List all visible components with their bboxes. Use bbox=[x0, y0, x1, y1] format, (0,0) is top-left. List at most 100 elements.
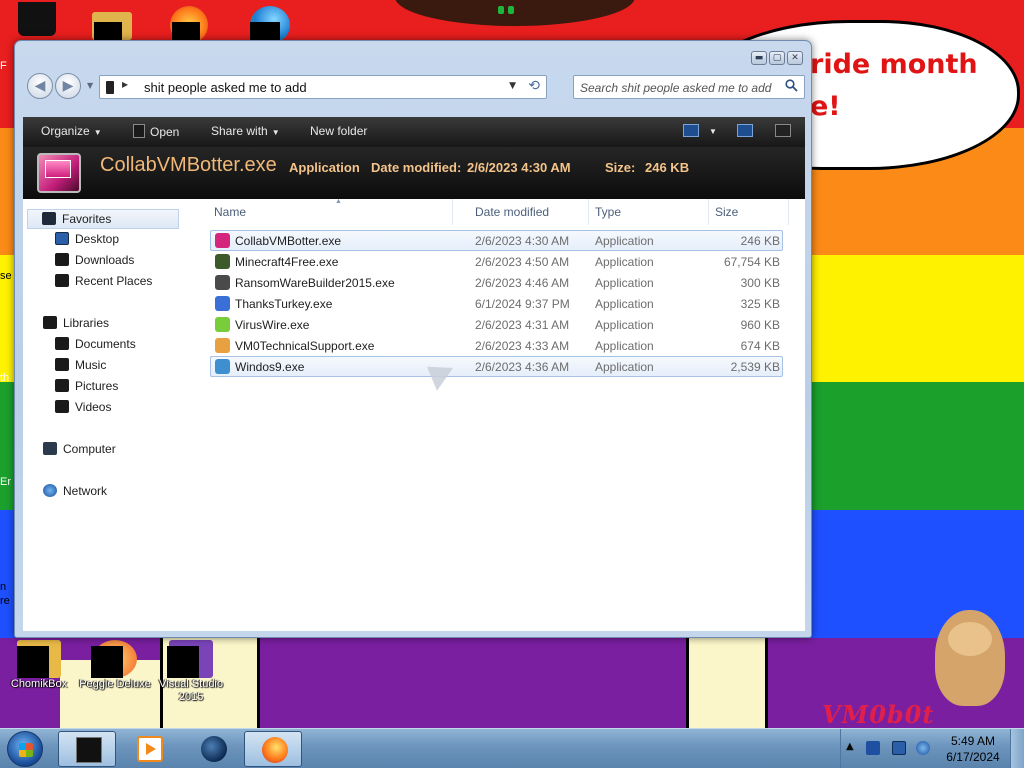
sidebar-item-recent-places[interactable]: Recent Places bbox=[55, 274, 152, 294]
sidebar-item-desktop[interactable]: Desktop bbox=[55, 232, 119, 252]
show-hidden-icons-icon[interactable]: ▲ bbox=[846, 741, 854, 752]
wallpaper-shape bbox=[686, 638, 768, 728]
preview-pane-icon[interactable] bbox=[737, 124, 753, 137]
file-row[interactable]: VM0TechnicalSupport.exe 2/6/2023 4:33 AM A… bbox=[210, 335, 783, 356]
file-row[interactable]: Windos9.exe 2/6/2023 4:36 AM Application 2,… bbox=[210, 356, 783, 377]
maximize-button[interactable]: ▢ bbox=[769, 51, 785, 65]
share-with-label: Share with bbox=[211, 124, 268, 138]
file-type: Application bbox=[595, 318, 654, 332]
firefox-shortcut-icon[interactable] bbox=[170, 0, 210, 44]
sidebar-item-favorites[interactable]: Favorites bbox=[27, 209, 179, 229]
desktop-icon-label-fragment: se bbox=[0, 270, 12, 282]
sidebar-item-network[interactable]: Network bbox=[43, 484, 107, 504]
file-date-modified: 6/1/2024 9:37 PM bbox=[475, 297, 570, 311]
change-view-icon[interactable] bbox=[683, 124, 699, 137]
start-button[interactable] bbox=[7, 731, 43, 767]
file-row[interactable]: RansomWareBuilder2015.exe 2/6/2023 4:46 A… bbox=[210, 272, 783, 293]
internet-explorer-icon[interactable] bbox=[250, 0, 290, 44]
sidebar-item-label: Desktop bbox=[75, 232, 120, 246]
column-header-size[interactable]: Size bbox=[709, 199, 789, 225]
search-placeholder: Search shit people asked me to add bbox=[580, 81, 772, 95]
address-bar[interactable]: ▸ shit people asked me to add ▼ ⟲ bbox=[99, 75, 547, 99]
globe-icon bbox=[201, 736, 227, 762]
folder-icon[interactable] bbox=[92, 0, 132, 40]
taskbar-button-explorer[interactable] bbox=[58, 731, 116, 767]
view-options-dropdown-icon[interactable]: ▼ bbox=[709, 127, 717, 136]
file-date-modified: 2/6/2023 4:31 AM bbox=[475, 318, 570, 332]
back-button[interactable]: ◀ bbox=[27, 73, 53, 99]
desktop-icon-visual-studio[interactable]: Visual Studio 2015 bbox=[152, 640, 230, 704]
file-row[interactable]: CollabVMBotter.exe 2/6/2023 4:30 AM Applic… bbox=[210, 230, 783, 251]
taskbar-button-browser[interactable] bbox=[184, 731, 242, 767]
new-folder-button[interactable]: New folder bbox=[310, 124, 367, 138]
tray-divider bbox=[840, 729, 841, 768]
sidebar-item-label: Computer bbox=[63, 442, 116, 456]
explorer-icon bbox=[76, 737, 102, 763]
downloads-icon bbox=[55, 253, 69, 266]
show-desktop-button[interactable] bbox=[1010, 729, 1024, 768]
file-size: 67,754 KB bbox=[723, 255, 780, 269]
network-tray-icon[interactable] bbox=[916, 741, 930, 755]
breadcrumb-separator-icon[interactable]: ▸ bbox=[122, 77, 128, 91]
forward-button[interactable]: ▶ bbox=[55, 73, 81, 99]
help-icon[interactable] bbox=[775, 124, 791, 137]
application-icon bbox=[133, 124, 145, 138]
file-size: 325 KB bbox=[740, 297, 780, 311]
libraries-icon bbox=[43, 316, 57, 329]
desktop-icon-label-fragment: n re bbox=[0, 581, 10, 607]
file-name: Minecraft4Free.exe bbox=[235, 255, 339, 269]
file-row[interactable]: ThanksTurkey.exe 6/1/2024 9:37 PM Applicat… bbox=[210, 293, 783, 314]
sidebar-item-computer[interactable]: Computer bbox=[43, 442, 116, 462]
desktop-icon-label: ChomikBox bbox=[10, 678, 68, 690]
history-dropdown-icon[interactable]: ▼ bbox=[87, 81, 93, 90]
chevron-down-icon: ▼ bbox=[93, 128, 102, 137]
clock[interactable]: 5:49 AM 6/17/2024 bbox=[942, 733, 1004, 765]
address-dropdown-icon[interactable]: ▼ bbox=[509, 81, 516, 91]
breadcrumb-current-folder[interactable]: shit people asked me to add bbox=[144, 80, 307, 95]
column-header-type[interactable]: Type bbox=[589, 199, 709, 225]
open-button[interactable]: Open bbox=[133, 124, 179, 139]
star-icon bbox=[42, 212, 56, 225]
creature-eye bbox=[498, 6, 504, 14]
sidebar-item-label: Videos bbox=[75, 400, 112, 414]
desktop-icon-label-fragment: Er bbox=[0, 476, 11, 488]
explorer-window[interactable]: ▬ ▢ ✕ ◀ ▶ ▼ ▸ shit people asked me to ad… bbox=[14, 40, 812, 638]
organize-button[interactable]: Organize ▼ bbox=[41, 124, 102, 138]
sidebar-item-music[interactable]: Music bbox=[55, 358, 106, 378]
recycle-bin-icon[interactable] bbox=[18, 0, 58, 40]
sidebar-item-downloads[interactable]: Downloads bbox=[55, 253, 134, 273]
close-button[interactable]: ✕ bbox=[787, 51, 803, 65]
desktop-icon bbox=[55, 232, 69, 245]
sidebar-item-label: Libraries bbox=[63, 316, 110, 330]
details-pane: CollabVMBotter.exe Application Date modi… bbox=[23, 147, 805, 199]
search-input[interactable]: Search shit people asked me to add bbox=[573, 75, 805, 99]
sidebar-item-pictures[interactable]: Pictures bbox=[55, 379, 118, 399]
sidebar-item-libraries[interactable]: Libraries bbox=[43, 316, 109, 336]
desktop-icon-peggle-deluxe[interactable]: Peggle Deluxe bbox=[76, 640, 154, 691]
file-size: 960 KB bbox=[740, 318, 780, 332]
share-with-button[interactable]: Share with ▼ bbox=[211, 124, 280, 138]
refresh-icon[interactable]: ⟲ bbox=[528, 78, 540, 94]
desktop-icon-chomikbox[interactable]: ChomikBox bbox=[0, 640, 78, 691]
desktop-icon-label: Visual Studio 2015 bbox=[158, 678, 223, 703]
action-center-icon[interactable] bbox=[892, 741, 906, 755]
taskbar-button-firefox[interactable] bbox=[244, 731, 302, 767]
file-date-modified: 2/6/2023 4:50 AM bbox=[475, 255, 570, 269]
tray-app-icon[interactable] bbox=[866, 741, 880, 755]
taskbar-button-media-player[interactable] bbox=[120, 731, 178, 767]
column-header-date-modified[interactable]: Date modified bbox=[469, 199, 589, 225]
file-name: VM0TechnicalSupport.exe bbox=[235, 339, 375, 353]
file-date-modified: 2/6/2023 4:30 AM bbox=[475, 234, 570, 248]
file-row[interactable]: Minecraft4Free.exe 2/6/2023 4:50 AM Applic… bbox=[210, 251, 783, 272]
sidebar-item-documents[interactable]: Documents bbox=[55, 337, 136, 357]
file-date-modified: 2/6/2023 4:33 AM bbox=[475, 339, 570, 353]
search-icon[interactable] bbox=[785, 79, 798, 96]
sort-ascending-icon: ▲ bbox=[335, 198, 342, 205]
minimize-button[interactable]: ▬ bbox=[751, 51, 767, 65]
sidebar-item-videos[interactable]: Videos bbox=[55, 400, 111, 420]
file-row[interactable]: VirusWire.exe 2/6/2023 4:31 AM Application… bbox=[210, 314, 783, 335]
column-header-name[interactable]: ▲ Name bbox=[195, 198, 453, 225]
details-file-name: CollabVMBotter.exe bbox=[100, 154, 277, 176]
sidebar-item-label: Recent Places bbox=[75, 274, 153, 288]
sidebar-item-label: Downloads bbox=[75, 253, 135, 267]
